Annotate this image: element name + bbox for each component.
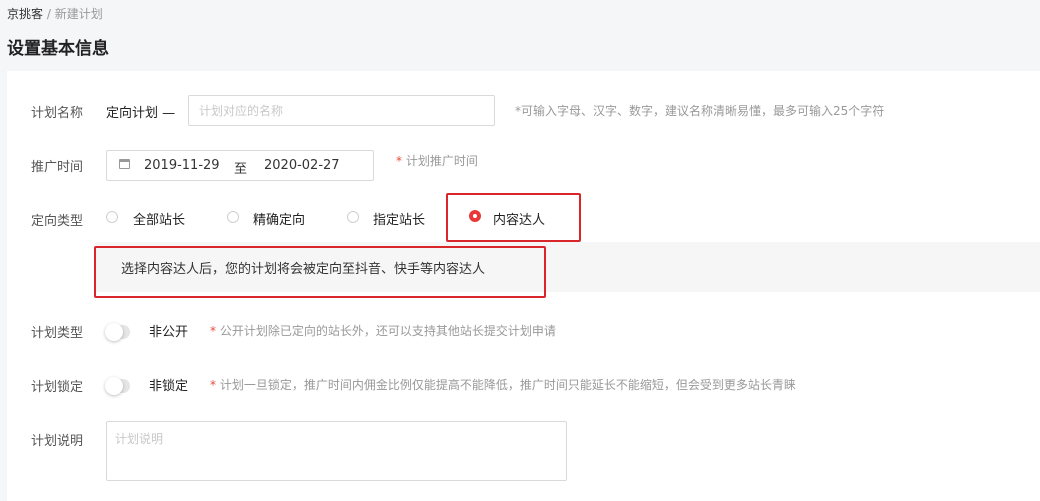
- radio-all-sites-label[interactable]: 全部站长: [133, 209, 185, 228]
- required-mark: *: [210, 378, 216, 392]
- plan-lock-hint: * 计划一旦锁定，推广时间内佣金比例仅能提高不能降低，推广时间只能延长不能缩短，…: [210, 376, 796, 393]
- form-card: 计划名称 定向计划 — *可输入字母、汉字、数字，建议名称清晰易懂，最多可输入2…: [7, 71, 1040, 501]
- promo-time-label: 推广时间: [31, 160, 84, 175]
- switch-knob: [105, 323, 123, 341]
- promo-time-hint-text: 计划推广时间: [405, 154, 478, 168]
- plan-lock-label: 计划锁定: [31, 380, 84, 395]
- required-mark: *: [210, 324, 216, 338]
- plan-type-label: 计划类型: [31, 326, 84, 341]
- breadcrumb-separator: /: [46, 7, 51, 21]
- end-date[interactable]: 2020-02-27: [264, 158, 340, 173]
- date-range-picker[interactable]: 2019-11-29 至 2020-02-27: [106, 150, 374, 181]
- plan-lock-switch[interactable]: [105, 377, 130, 395]
- breadcrumb-current: 新建计划: [54, 7, 103, 21]
- plan-desc-textarea[interactable]: [106, 421, 567, 481]
- plan-name-prefix: 定向计划 —: [106, 106, 176, 121]
- plan-lock-hint-text: 计划一旦锁定，推广时间内佣金比例仅能提高不能降低，推广时间只能延长不能缩短，但会…: [219, 378, 796, 392]
- breadcrumb: 京挑客 / 新建计划: [7, 5, 103, 22]
- plan-lock-switch-label: 非锁定: [149, 379, 189, 394]
- plan-desc-label: 计划说明: [31, 434, 84, 449]
- required-mark: *: [396, 154, 402, 168]
- plan-type-hint: * 公开计划除已定向的站长外，还可以支持其他站长提交计划申请: [210, 322, 556, 339]
- start-date[interactable]: 2019-11-29: [144, 158, 220, 173]
- calendar-icon: [119, 159, 130, 169]
- plan-name-hint: *可输入字母、汉字、数字，建议名称清晰易懂，最多可输入25个字符: [515, 104, 885, 118]
- radio-specified-sites[interactable]: [347, 211, 359, 223]
- highlight-box-tip: [94, 246, 546, 298]
- breadcrumb-root[interactable]: 京挑客: [7, 7, 43, 21]
- highlight-box-option: [446, 193, 581, 242]
- target-type-label: 定向类型: [31, 214, 84, 229]
- radio-precise-label[interactable]: 精确定向: [253, 209, 305, 228]
- plan-type-hint-text: 公开计划除已定向的站长外，还可以支持其他站长提交计划申请: [219, 324, 556, 338]
- plan-name-input[interactable]: [188, 95, 495, 126]
- plan-type-switch-label: 非公开: [149, 325, 189, 340]
- switch-knob: [105, 377, 123, 395]
- page-title: 设置基本信息: [7, 39, 109, 59]
- plan-type-switch[interactable]: [105, 323, 130, 341]
- plan-name-label: 计划名称: [31, 106, 84, 121]
- radio-precise[interactable]: [227, 211, 239, 223]
- promo-time-hint: * 计划推广时间: [396, 152, 478, 169]
- radio-specified-sites-label[interactable]: 指定站长: [373, 209, 425, 228]
- radio-all-sites[interactable]: [106, 211, 118, 223]
- date-range-separator: 至: [234, 162, 248, 177]
